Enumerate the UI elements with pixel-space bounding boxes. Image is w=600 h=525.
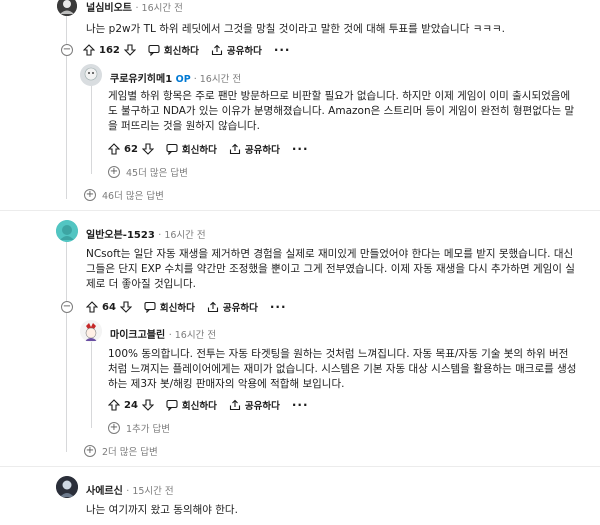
- share-icon: [207, 301, 218, 313]
- vote-count: 162: [99, 44, 120, 56]
- share-icon: [229, 143, 240, 155]
- op-badge: OP: [175, 74, 191, 85]
- share-button[interactable]: 공유하다: [229, 398, 280, 412]
- timestamp: 16시간 전: [199, 74, 242, 85]
- plus-circle-icon: +: [84, 445, 96, 457]
- reply-button[interactable]: 회신하다: [166, 142, 217, 156]
- minus-circle-icon[interactable]: −: [61, 44, 73, 56]
- username[interactable]: 쿠로유키히메1: [110, 74, 172, 85]
- more-replies-label: 46더 많은 답변: [102, 191, 164, 202]
- timestamp: 15시간 전: [132, 486, 174, 497]
- timestamp: 16시간 전: [164, 230, 206, 241]
- arrow-up-icon[interactable]: [86, 301, 98, 313]
- username[interactable]: 마이크고블린: [110, 330, 165, 341]
- arrow-down-icon[interactable]: [123, 44, 136, 56]
- avatar[interactable]: [57, 0, 77, 16]
- arrow-up-icon[interactable]: [108, 143, 120, 155]
- timestamp: 16시간 전: [141, 3, 183, 14]
- arrow-down-icon[interactable]: [141, 143, 154, 155]
- comment-body: 100% 동의합니다. 전투는 자동 타겟팅을 원하는 것처럼 느껴집니다. 자…: [108, 348, 577, 390]
- comment-author: 널심비오트 · 16시간 전: [86, 3, 183, 14]
- arrow-down-icon[interactable]: [119, 301, 132, 313]
- username[interactable]: 일반오븐-1523: [86, 230, 155, 241]
- thread-line[interactable]: [91, 84, 92, 174]
- username[interactable]: 사에르신: [86, 486, 123, 497]
- arrow-up-icon[interactable]: [83, 44, 95, 56]
- reply-label: 회신하다: [163, 46, 199, 57]
- share-icon: [229, 399, 240, 411]
- share-button[interactable]: 공유하다: [211, 43, 262, 57]
- more-replies-link[interactable]: + 2더 많은 답변: [84, 444, 158, 458]
- comment-author: 쿠로유키히메1 OP · 16시간 전: [110, 74, 242, 85]
- reply-button[interactable]: 회신하다: [166, 398, 217, 412]
- comment-author: 마이크고블린 · 16시간 전: [110, 330, 217, 341]
- comment-author: 일반오븐-1523 · 16시간 전: [86, 230, 206, 241]
- share-label: 공유하다: [226, 46, 262, 57]
- comment-body: NCsoft는 일단 자동 재생을 제거하면 경험을 실제로 재미있게 만들었어…: [86, 248, 575, 290]
- minus-circle-icon[interactable]: −: [61, 301, 73, 313]
- vote-count: 62: [124, 143, 138, 155]
- more-options-button[interactable]: ···: [274, 43, 291, 57]
- share-icon: [211, 44, 222, 56]
- reply-button[interactable]: 회신하다: [148, 43, 199, 57]
- thread-line[interactable]: [66, 14, 67, 199]
- avatar[interactable]: [56, 220, 78, 242]
- comment-actions: 24 회신하다 공유하다 ···: [108, 397, 309, 413]
- share-label: 공유하다: [244, 145, 280, 156]
- reply-button[interactable]: 회신하다: [144, 300, 195, 314]
- plus-circle-icon: +: [108, 422, 120, 434]
- comment-author: 사에르신 · 15시간 전: [86, 486, 174, 497]
- thread-line[interactable]: [66, 240, 67, 452]
- more-replies-link[interactable]: + 45더 많은 답변: [108, 165, 188, 179]
- arrow-up-icon[interactable]: [108, 399, 120, 411]
- vote-count: 64: [102, 301, 116, 313]
- more-replies-link[interactable]: + 46더 많은 답변: [84, 188, 164, 202]
- divider: [0, 210, 600, 211]
- comment-actions: 64 회신하다 공유하다 ···: [86, 299, 287, 315]
- comment-actions: 62 회신하다 공유하다 ···: [108, 141, 309, 157]
- more-replies-label: 2더 많은 답변: [102, 447, 158, 458]
- more-options-button[interactable]: ···: [292, 142, 309, 156]
- more-replies-link[interactable]: + 1추가 답변: [108, 421, 170, 435]
- comment-actions: 162 회신하다 공유하다 ···: [83, 42, 291, 58]
- plus-circle-icon: +: [84, 189, 96, 201]
- more-options-button[interactable]: ···: [292, 398, 309, 412]
- divider: [0, 466, 600, 467]
- username[interactable]: 널심비오트: [86, 3, 132, 14]
- reply-label: 회신하다: [181, 145, 217, 156]
- share-button[interactable]: 공유하다: [229, 142, 280, 156]
- avatar[interactable]: [80, 64, 102, 86]
- arrow-down-icon[interactable]: [141, 399, 154, 411]
- avatar[interactable]: [56, 476, 78, 498]
- share-label: 공유하다: [222, 303, 258, 314]
- comment-body: 나는 p2w가 TL 하위 레딧에서 그것을 망칠 것이라고 말한 것에 대해 …: [86, 23, 506, 35]
- comment-body: 나는 여기까지 왔고 동의해야 한다.: [86, 504, 238, 516]
- more-options-button[interactable]: ···: [270, 300, 287, 314]
- share-button[interactable]: 공유하다: [207, 300, 258, 314]
- chat-bubble-icon: [166, 143, 178, 155]
- more-replies-label: 45더 많은 답변: [126, 168, 188, 179]
- chat-bubble-icon: [144, 301, 156, 313]
- reply-label: 회신하다: [159, 303, 195, 314]
- reply-label: 회신하다: [181, 401, 217, 412]
- timestamp: 16시간 전: [174, 330, 217, 341]
- avatar[interactable]: [80, 320, 102, 342]
- vote-count: 24: [124, 399, 138, 411]
- chat-bubble-icon: [166, 399, 178, 411]
- chat-bubble-icon: [148, 44, 160, 56]
- comment-body: 게임별 하위 항목은 주로 팬만 방문하므로 비판할 필요가 없습니다. 하지만…: [108, 90, 575, 132]
- plus-circle-icon: +: [108, 166, 120, 178]
- share-label: 공유하다: [244, 401, 280, 412]
- more-replies-label: 1추가 답변: [126, 424, 171, 435]
- thread-line[interactable]: [91, 342, 92, 428]
